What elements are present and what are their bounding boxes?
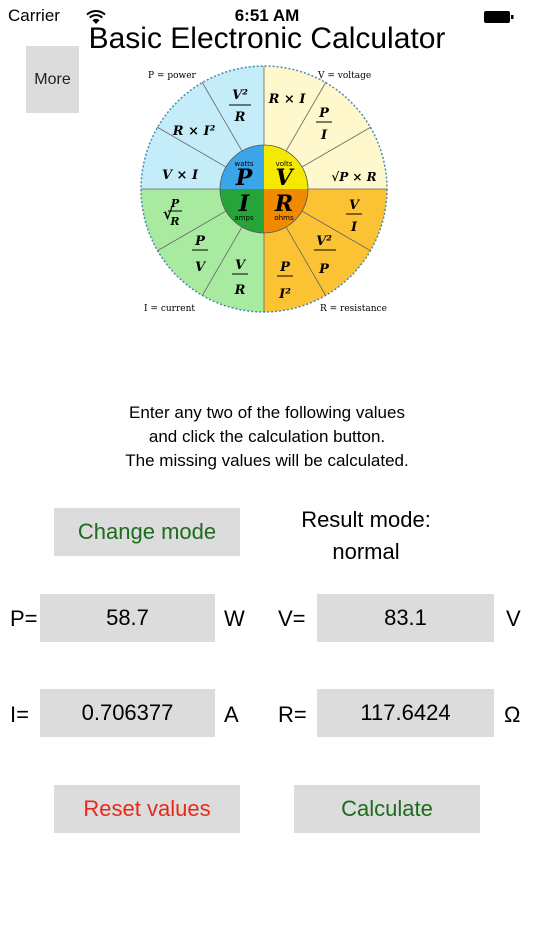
svg-text:P: P <box>318 262 330 277</box>
instructions-line-3: The missing values will be calculated. <box>125 451 409 470</box>
wheel-unit-volts: volts <box>276 160 293 168</box>
reset-values-button[interactable]: Reset values <box>54 785 240 833</box>
svg-text:I: I <box>320 128 328 143</box>
svg-text:R: R <box>234 110 246 125</box>
instructions-line-2: and click the calculation button. <box>148 427 386 446</box>
resistance-input[interactable] <box>317 689 494 737</box>
power-label: P= <box>10 606 38 631</box>
resistance-label: R= <box>278 702 307 727</box>
wheel-voltage-caption: V = voltage <box>317 71 371 81</box>
change-mode-button[interactable]: Change mode <box>54 508 240 556</box>
current-unit: A <box>224 702 239 727</box>
svg-text:R: R <box>234 283 246 298</box>
app-title: Basic Electronic Calculator <box>88 22 446 55</box>
result-mode-label: Result mode: <box>301 507 431 532</box>
wheel-unit-ohms: ohms <box>274 214 294 222</box>
svg-text:R × I: R × I <box>268 92 307 107</box>
voltage-input[interactable] <box>317 594 494 642</box>
resistance-unit: Ω <box>504 702 521 727</box>
svg-text:I: I <box>350 220 358 235</box>
wheel-center-p: P <box>235 165 254 191</box>
svg-text:P: P <box>194 234 206 249</box>
wheel-unit-watts: watts <box>234 160 254 168</box>
svg-text:R × I²: R × I² <box>172 124 216 139</box>
voltage-label: V= <box>278 606 306 631</box>
wheel-unit-amps: amps <box>234 214 254 222</box>
power-unit: W <box>224 606 245 631</box>
current-label: I= <box>10 702 29 727</box>
svg-text:P: P <box>279 260 291 275</box>
result-mode-value: normal <box>332 539 400 564</box>
current-input[interactable] <box>40 689 215 737</box>
result-mode: Result mode: normal <box>266 504 466 568</box>
ohms-law-wheel: P V I R watts volts amps ohms P = power … <box>138 65 400 315</box>
instructions-line-1: Enter any two of the following values <box>129 403 405 422</box>
svg-text:I²: I² <box>278 287 291 302</box>
svg-text:V²: V² <box>316 234 332 249</box>
wheel-resistance-caption: R = resistance <box>320 304 387 314</box>
svg-text:√P × R: √P × R <box>331 170 376 184</box>
wheel-current-caption: I = current <box>144 304 195 314</box>
svg-text:V × I: V × I <box>162 168 199 183</box>
voltage-unit: V <box>506 606 521 631</box>
instructions: Enter any two of the following values an… <box>0 401 534 473</box>
more-button[interactable]: More <box>26 46 79 113</box>
wheel-power-caption: P = power <box>148 71 197 81</box>
wheel-center-v: V <box>275 165 294 191</box>
calculate-button[interactable]: Calculate <box>294 785 480 833</box>
svg-text:V²: V² <box>232 88 248 103</box>
svg-text:√: √ <box>163 204 174 223</box>
power-input[interactable] <box>40 594 215 642</box>
svg-text:P: P <box>318 106 330 121</box>
